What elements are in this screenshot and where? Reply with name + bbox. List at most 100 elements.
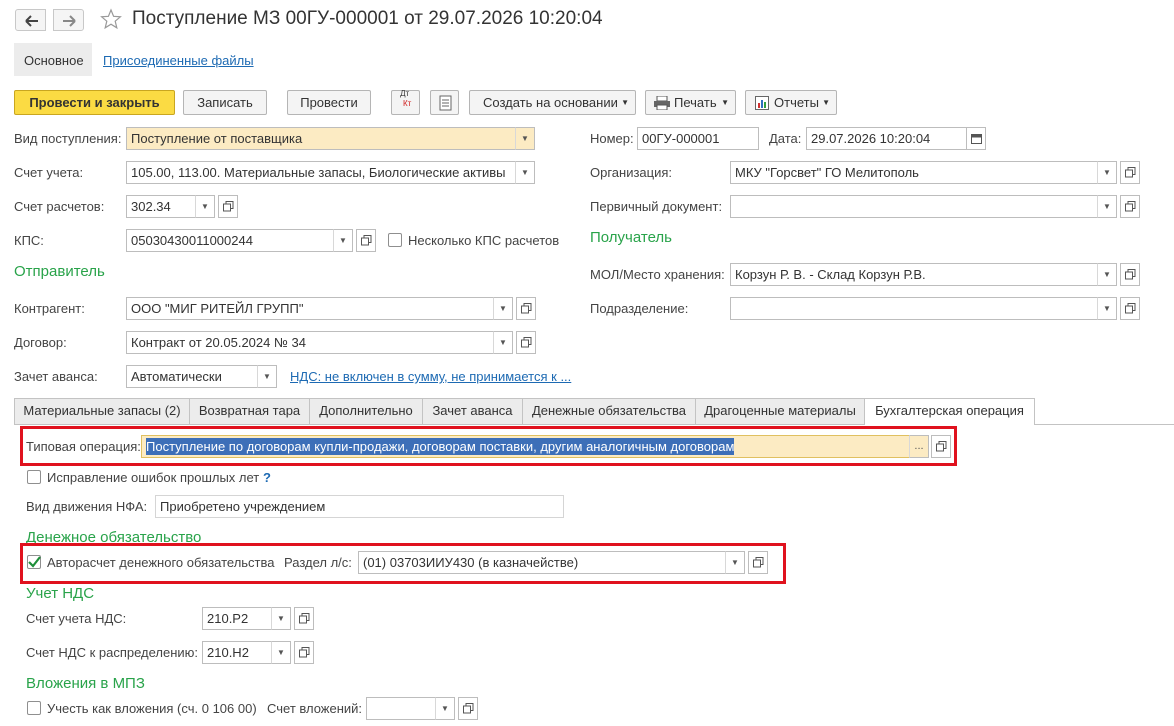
organization-label: Организация: [590, 165, 673, 180]
counterparty-open-button[interactable] [516, 297, 536, 320]
invest-label: Учесть как вложения (сч. 0 106 00) [47, 701, 257, 716]
vat-account-field[interactable]: 210.Р2 [202, 607, 272, 630]
investment-section-title: Вложения в МПЗ [26, 675, 145, 692]
open-window-icon [299, 613, 310, 624]
department-field[interactable] [730, 297, 1098, 320]
create-based-on-label: Создать на основании [483, 95, 618, 110]
post-and-close-button[interactable]: Провести и закрыть [14, 90, 175, 115]
primary-document-field[interactable] [730, 195, 1098, 218]
contract-dropdown[interactable]: ▼ [493, 331, 513, 354]
save-button[interactable]: Записать [183, 90, 267, 115]
printer-icon [654, 96, 670, 110]
primary-document-open-button[interactable] [1120, 195, 1140, 218]
account-dropdown[interactable]: ▼ [515, 161, 535, 184]
tab-additional[interactable]: Дополнительно [309, 398, 423, 424]
mol-field[interactable]: Корзун Р. В. - Склад Корзун Р.В. [730, 263, 1098, 286]
dt-kt-icon: Дт Кт [400, 89, 412, 108]
counterparty-label: Контрагент: [14, 301, 85, 316]
tab-main-label: Основное [24, 53, 84, 68]
vat-section-title: Учет НДС [26, 585, 95, 602]
tab-materials[interactable]: Материальные запасы (2) [14, 398, 190, 424]
settlement-account-label: Счет расчетов: [14, 199, 105, 214]
vat-account-dropdown[interactable]: ▼ [271, 607, 291, 630]
mol-dropdown[interactable]: ▼ [1097, 263, 1117, 286]
open-window-icon [521, 337, 532, 348]
report-chart-icon [755, 96, 769, 110]
contract-field[interactable]: Контракт от 20.05.2024 № 34 [126, 331, 494, 354]
print-button[interactable]: Печать ▼ [645, 90, 736, 115]
open-window-icon [1125, 303, 1136, 314]
vat-account-label: Счет учета НДС: [26, 611, 127, 626]
department-dropdown[interactable]: ▼ [1097, 297, 1117, 320]
contract-open-button[interactable] [516, 331, 536, 354]
kps-dropdown[interactable]: ▼ [333, 229, 353, 252]
multi-kps-label: Несколько КПС расчетов [408, 233, 560, 248]
help-icon[interactable]: ? [263, 470, 271, 486]
invest-checkbox[interactable] [27, 701, 41, 715]
kps-field[interactable]: 05030430011000244 [126, 229, 334, 252]
arrow-left-icon [25, 15, 38, 27]
reports-button[interactable]: Отчеты ▼ [745, 90, 837, 115]
open-window-icon [1125, 201, 1136, 212]
receipt-type-dropdown[interactable]: ▼ [515, 127, 535, 150]
nfa-movement-label: Вид движения НФА: [26, 499, 148, 514]
account-field[interactable]: 105.00, 113.00. Материальные запасы, Био… [126, 161, 516, 184]
tab-returnable-containers[interactable]: Возвратная тара [189, 398, 310, 424]
counterparty-dropdown[interactable]: ▼ [493, 297, 513, 320]
advance-offset-dropdown[interactable]: ▼ [257, 365, 277, 388]
back-button[interactable] [15, 9, 46, 31]
forward-button[interactable] [53, 9, 84, 31]
organization-open-button[interactable] [1120, 161, 1140, 184]
chevron-down-icon: ▼ [721, 98, 729, 107]
fix-errors-checkbox[interactable] [27, 470, 41, 484]
vat-distribution-open-button[interactable] [294, 641, 314, 664]
contract-label: Договор: [14, 335, 67, 350]
counterparty-field[interactable]: ООО "МИГ РИТЕЙЛ ГРУПП" [126, 297, 494, 320]
primary-document-dropdown[interactable]: ▼ [1097, 195, 1117, 218]
tab-advance-offset[interactable]: Зачет аванса [422, 398, 523, 424]
open-window-icon [1125, 167, 1136, 178]
department-open-button[interactable] [1120, 297, 1140, 320]
favorite-star-icon[interactable] [100, 8, 122, 33]
vat-settings-link[interactable]: НДС: не включен в сумму, не принимается … [290, 369, 571, 384]
tab-monetary-obligations[interactable]: Денежные обязательства [522, 398, 696, 424]
vat-distribution-dropdown[interactable]: ▼ [271, 641, 291, 664]
open-window-icon [521, 303, 532, 314]
date-picker-button[interactable] [966, 127, 986, 150]
tab-accounting-operation[interactable]: Бухгалтерская операция [864, 398, 1035, 425]
multi-kps-checkbox[interactable] [388, 233, 402, 247]
kps-open-button[interactable] [356, 229, 376, 252]
document-journal-button[interactable] [430, 90, 459, 115]
vat-account-open-button[interactable] [294, 607, 314, 630]
dt-kt-button[interactable]: Дт Кт [391, 89, 420, 115]
mol-open-button[interactable] [1120, 263, 1140, 286]
organization-field[interactable]: МКУ "Горсвет" ГО Мелитополь [730, 161, 1098, 184]
arrow-right-icon [63, 15, 76, 27]
chevron-down-icon: ▼ [621, 98, 629, 107]
receipt-type-label: Вид поступления: [14, 131, 122, 146]
nfa-movement-field[interactable]: Приобретено учреждением [155, 495, 564, 518]
sender-section-title: Отправитель [14, 263, 105, 280]
settlement-account-field[interactable]: 302.34 [126, 195, 196, 218]
settlement-account-dropdown[interactable]: ▼ [195, 195, 215, 218]
number-field[interactable]: 00ГУ-000001 [637, 127, 759, 150]
reports-label: Отчеты [774, 95, 819, 110]
vat-distribution-label: Счет НДС к распределению: [26, 645, 199, 660]
organization-dropdown[interactable]: ▼ [1097, 161, 1117, 184]
open-window-icon [361, 235, 372, 246]
post-button[interactable]: Провести [287, 90, 371, 115]
advance-offset-field[interactable]: Автоматически [126, 365, 258, 388]
invest-account-field[interactable] [366, 697, 436, 720]
create-based-on-button[interactable]: Создать на основании ▼ [469, 90, 636, 115]
date-label: Дата: [769, 131, 802, 146]
tab-precious-materials[interactable]: Драгоценные материалы [695, 398, 865, 424]
settlement-account-open-button[interactable] [218, 195, 238, 218]
receipt-type-field[interactable]: Поступление от поставщика [126, 127, 516, 150]
invest-account-open-button[interactable] [458, 697, 478, 720]
date-field[interactable]: 29.07.2026 10:20:04 [806, 127, 967, 150]
vat-distribution-field[interactable]: 210.Н2 [202, 641, 272, 664]
invest-account-dropdown[interactable]: ▼ [435, 697, 455, 720]
invest-account-label: Счет вложений: [267, 701, 363, 716]
open-window-icon [1125, 269, 1136, 280]
attached-files-link[interactable]: Присоединенные файлы [103, 53, 254, 68]
